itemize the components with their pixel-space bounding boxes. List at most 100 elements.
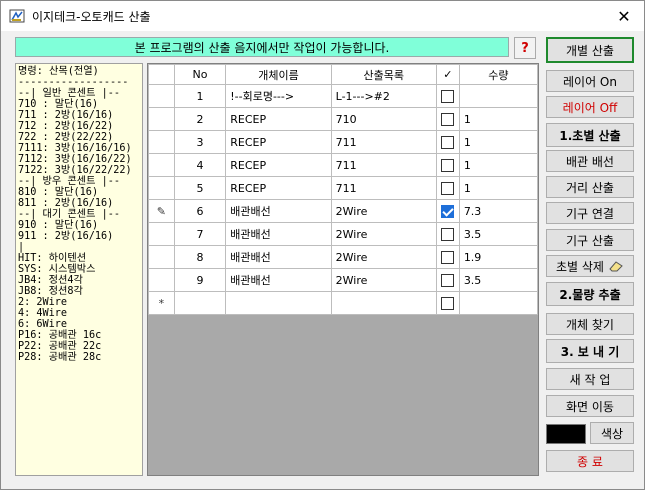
- row-selector[interactable]: [148, 84, 175, 108]
- detail-delete-button[interactable]: 초별 삭제: [546, 255, 634, 277]
- row-checkbox[interactable]: [441, 89, 455, 103]
- cell-qty[interactable]: [458, 291, 538, 315]
- close-button[interactable]: ✕: [604, 1, 644, 31]
- cell-qty[interactable]: 1.9: [458, 245, 538, 269]
- object-grid[interactable]: No 개체이름 산출목록 ✓ 수량 1 !--회로명---> L-1--->#2 2 R…: [147, 63, 539, 476]
- help-button[interactable]: ?: [514, 37, 536, 59]
- row-checkbox[interactable]: [441, 250, 455, 264]
- cell-no[interactable]: 8: [173, 245, 227, 269]
- cell-name[interactable]: RECEP: [225, 107, 332, 131]
- cell-qty[interactable]: 3.5: [458, 222, 538, 246]
- col-header-list[interactable]: 산출목록: [330, 64, 437, 85]
- cell-check[interactable]: [435, 107, 460, 131]
- col-header-name[interactable]: 개체이름: [225, 64, 332, 85]
- row-selector[interactable]: [148, 245, 175, 269]
- row-selector[interactable]: [148, 153, 175, 177]
- cell-check[interactable]: [435, 291, 460, 315]
- cell-list[interactable]: [330, 291, 437, 315]
- col-header-no[interactable]: No: [173, 64, 227, 85]
- row-checkbox[interactable]: [441, 227, 455, 241]
- cell-qty[interactable]: 1: [458, 130, 538, 154]
- row-selector[interactable]: [148, 130, 175, 154]
- cell-check[interactable]: [435, 176, 460, 200]
- row-checkbox[interactable]: [441, 181, 455, 195]
- new-job-button[interactable]: 새 작 업: [546, 368, 634, 390]
- table-row[interactable]: 3 RECEP 711 1: [148, 130, 538, 154]
- cell-check[interactable]: [435, 222, 460, 246]
- cell-qty[interactable]: 3.5: [458, 268, 538, 292]
- table-row[interactable]: ✎ 6 배관배선 2Wire 7.3: [148, 199, 538, 223]
- exit-button[interactable]: 종 료: [546, 450, 634, 472]
- cell-name[interactable]: 배관배선: [225, 245, 332, 269]
- cell-list[interactable]: 711: [330, 130, 437, 154]
- cell-no[interactable]: 7: [173, 222, 227, 246]
- col-header-qty[interactable]: 수량: [458, 64, 538, 85]
- cell-list[interactable]: 711: [330, 176, 437, 200]
- cell-no[interactable]: 9: [173, 268, 227, 292]
- table-row[interactable]: 4 RECEP 711 1: [148, 153, 538, 177]
- wiring-button[interactable]: 배관 배선: [546, 150, 634, 172]
- cell-name[interactable]: RECEP: [225, 153, 332, 177]
- cell-list[interactable]: 2Wire: [330, 245, 437, 269]
- row-checkbox[interactable]: [441, 112, 455, 126]
- row-checkbox[interactable]: [441, 204, 455, 218]
- cell-no[interactable]: [173, 291, 227, 315]
- row-checkbox[interactable]: [441, 158, 455, 172]
- cell-name[interactable]: 배관배선: [225, 268, 332, 292]
- row-selector[interactable]: [148, 176, 175, 200]
- row-checkbox[interactable]: [441, 273, 455, 287]
- row-selector[interactable]: [148, 268, 175, 292]
- cell-list[interactable]: 2Wire: [330, 268, 437, 292]
- cell-check[interactable]: [435, 84, 460, 108]
- table-row[interactable]: 7 배관배선 2Wire 3.5: [148, 222, 538, 246]
- individual-calc-button[interactable]: 개별 산출: [546, 37, 634, 63]
- cell-name[interactable]: RECEP: [225, 176, 332, 200]
- row-selector[interactable]: [148, 107, 175, 131]
- device-calc-button[interactable]: 기구 산출: [546, 229, 634, 251]
- row-selector[interactable]: ✎: [148, 199, 175, 223]
- device-link-button[interactable]: 기구 연결: [546, 202, 634, 224]
- cell-no[interactable]: 1: [173, 84, 227, 108]
- row-checkbox[interactable]: [441, 135, 455, 149]
- cell-no[interactable]: 3: [173, 130, 227, 154]
- cell-no[interactable]: 2: [173, 107, 227, 131]
- cell-list[interactable]: 2Wire: [330, 199, 437, 223]
- col-header-check[interactable]: ✓: [435, 64, 460, 85]
- table-row[interactable]: 2 RECEP 710 1: [148, 107, 538, 131]
- find-object-button[interactable]: 개체 찾기: [546, 313, 634, 335]
- cell-no[interactable]: 5: [173, 176, 227, 200]
- layer-off-button[interactable]: 레이어 Off: [546, 96, 634, 118]
- cell-name[interactable]: RECEP: [225, 130, 332, 154]
- table-row[interactable]: *: [148, 291, 538, 315]
- cell-qty[interactable]: 1: [458, 153, 538, 177]
- row-selector[interactable]: [148, 222, 175, 246]
- table-row[interactable]: 5 RECEP 711 1: [148, 176, 538, 200]
- cell-qty[interactable]: [458, 84, 538, 108]
- cell-check[interactable]: [435, 199, 460, 223]
- cell-list[interactable]: 710: [330, 107, 437, 131]
- cell-no[interactable]: 4: [173, 153, 227, 177]
- row-selector[interactable]: *: [148, 291, 175, 315]
- cell-name[interactable]: [225, 291, 332, 315]
- cell-check[interactable]: [435, 245, 460, 269]
- cell-no[interactable]: 6: [173, 199, 227, 223]
- table-row[interactable]: 9 배관배선 2Wire 3.5: [148, 268, 538, 292]
- move-screen-button[interactable]: 화면 이동: [546, 395, 634, 417]
- cell-qty[interactable]: 7.3: [458, 199, 538, 223]
- table-row[interactable]: 8 배관배선 2Wire 1.9: [148, 245, 538, 269]
- color-button[interactable]: 색상: [590, 422, 634, 444]
- cell-qty[interactable]: 1: [458, 176, 538, 200]
- cell-qty[interactable]: 1: [458, 107, 538, 131]
- color-swatch[interactable]: [546, 424, 586, 444]
- cell-name[interactable]: 배관배선: [225, 222, 332, 246]
- cell-list[interactable]: 2Wire: [330, 222, 437, 246]
- table-row[interactable]: 1 !--회로명---> L-1--->#2: [148, 84, 538, 108]
- distance-calc-button[interactable]: 거리 산출: [546, 176, 634, 198]
- cell-name[interactable]: 배관배선: [225, 199, 332, 223]
- quantity-extract-button[interactable]: 2.물량 추출: [546, 282, 634, 306]
- cell-check[interactable]: [435, 130, 460, 154]
- cell-name[interactable]: !--회로명--->: [225, 84, 332, 108]
- detail-calc-button[interactable]: 1.초별 산출: [546, 123, 634, 147]
- layer-on-button[interactable]: 레이어 On: [546, 70, 634, 92]
- row-checkbox[interactable]: [441, 296, 455, 310]
